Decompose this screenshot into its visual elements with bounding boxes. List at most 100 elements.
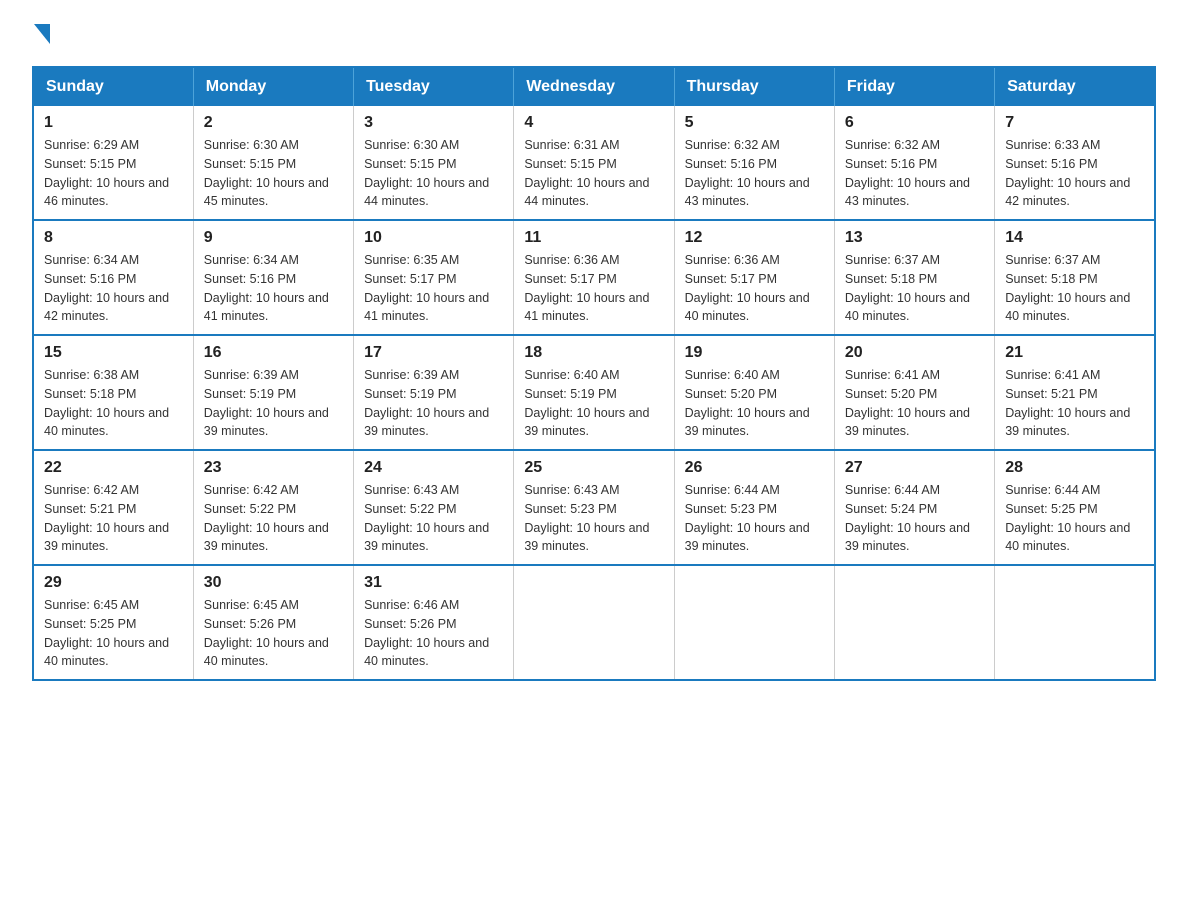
calendar-cell: 10 Sunrise: 6:35 AMSunset: 5:17 PMDaylig… (354, 220, 514, 335)
calendar-cell: 8 Sunrise: 6:34 AMSunset: 5:16 PMDayligh… (33, 220, 193, 335)
calendar-cell (995, 565, 1155, 680)
calendar-cell: 26 Sunrise: 6:44 AMSunset: 5:23 PMDaylig… (674, 450, 834, 565)
day-number: 18 (524, 344, 663, 362)
day-number: 6 (845, 114, 984, 132)
day-info: Sunrise: 6:30 AMSunset: 5:15 PMDaylight:… (204, 138, 329, 208)
calendar-cell: 15 Sunrise: 6:38 AMSunset: 5:18 PMDaylig… (33, 335, 193, 450)
calendar-cell: 25 Sunrise: 6:43 AMSunset: 5:23 PMDaylig… (514, 450, 674, 565)
day-number: 2 (204, 114, 343, 132)
day-number: 21 (1005, 344, 1144, 362)
day-number: 20 (845, 344, 984, 362)
day-number: 5 (685, 114, 824, 132)
day-number: 25 (524, 459, 663, 477)
day-info: Sunrise: 6:39 AMSunset: 5:19 PMDaylight:… (204, 368, 329, 438)
day-number: 15 (44, 344, 183, 362)
calendar-cell: 27 Sunrise: 6:44 AMSunset: 5:24 PMDaylig… (834, 450, 994, 565)
day-number: 13 (845, 229, 984, 247)
day-number: 14 (1005, 229, 1144, 247)
calendar-cell: 28 Sunrise: 6:44 AMSunset: 5:25 PMDaylig… (995, 450, 1155, 565)
day-number: 27 (845, 459, 984, 477)
day-number: 12 (685, 229, 824, 247)
calendar-cell: 19 Sunrise: 6:40 AMSunset: 5:20 PMDaylig… (674, 335, 834, 450)
calendar-cell: 2 Sunrise: 6:30 AMSunset: 5:15 PMDayligh… (193, 106, 353, 220)
calendar-cell: 11 Sunrise: 6:36 AMSunset: 5:17 PMDaylig… (514, 220, 674, 335)
day-number: 31 (364, 574, 503, 592)
calendar-week-row: 8 Sunrise: 6:34 AMSunset: 5:16 PMDayligh… (33, 220, 1155, 335)
day-of-week-header: Sunday (33, 67, 193, 106)
calendar-week-row: 29 Sunrise: 6:45 AMSunset: 5:25 PMDaylig… (33, 565, 1155, 680)
calendar-cell: 7 Sunrise: 6:33 AMSunset: 5:16 PMDayligh… (995, 106, 1155, 220)
day-number: 16 (204, 344, 343, 362)
day-info: Sunrise: 6:37 AMSunset: 5:18 PMDaylight:… (1005, 253, 1130, 323)
calendar-cell: 13 Sunrise: 6:37 AMSunset: 5:18 PMDaylig… (834, 220, 994, 335)
day-info: Sunrise: 6:32 AMSunset: 5:16 PMDaylight:… (685, 138, 810, 208)
day-of-week-header: Monday (193, 67, 353, 106)
calendar-cell: 3 Sunrise: 6:30 AMSunset: 5:15 PMDayligh… (354, 106, 514, 220)
day-number: 4 (524, 114, 663, 132)
day-info: Sunrise: 6:40 AMSunset: 5:19 PMDaylight:… (524, 368, 649, 438)
day-number: 28 (1005, 459, 1144, 477)
day-info: Sunrise: 6:32 AMSunset: 5:16 PMDaylight:… (845, 138, 970, 208)
day-of-week-header: Tuesday (354, 67, 514, 106)
calendar-cell: 5 Sunrise: 6:32 AMSunset: 5:16 PMDayligh… (674, 106, 834, 220)
calendar-header-row: SundayMondayTuesdayWednesdayThursdayFrid… (33, 67, 1155, 106)
day-number: 23 (204, 459, 343, 477)
day-info: Sunrise: 6:29 AMSunset: 5:15 PMDaylight:… (44, 138, 169, 208)
day-number: 29 (44, 574, 183, 592)
day-info: Sunrise: 6:34 AMSunset: 5:16 PMDaylight:… (44, 253, 169, 323)
day-info: Sunrise: 6:30 AMSunset: 5:15 PMDaylight:… (364, 138, 489, 208)
calendar-cell: 12 Sunrise: 6:36 AMSunset: 5:17 PMDaylig… (674, 220, 834, 335)
calendar-cell: 4 Sunrise: 6:31 AMSunset: 5:15 PMDayligh… (514, 106, 674, 220)
day-info: Sunrise: 6:31 AMSunset: 5:15 PMDaylight:… (524, 138, 649, 208)
calendar-cell (674, 565, 834, 680)
day-info: Sunrise: 6:38 AMSunset: 5:18 PMDaylight:… (44, 368, 169, 438)
day-info: Sunrise: 6:42 AMSunset: 5:21 PMDaylight:… (44, 483, 169, 553)
calendar-cell (514, 565, 674, 680)
day-number: 26 (685, 459, 824, 477)
day-number: 3 (364, 114, 503, 132)
day-of-week-header: Saturday (995, 67, 1155, 106)
day-info: Sunrise: 6:39 AMSunset: 5:19 PMDaylight:… (364, 368, 489, 438)
day-number: 1 (44, 114, 183, 132)
day-info: Sunrise: 6:44 AMSunset: 5:25 PMDaylight:… (1005, 483, 1130, 553)
calendar-cell: 30 Sunrise: 6:45 AMSunset: 5:26 PMDaylig… (193, 565, 353, 680)
day-number: 24 (364, 459, 503, 477)
day-number: 19 (685, 344, 824, 362)
calendar-table: SundayMondayTuesdayWednesdayThursdayFrid… (32, 66, 1156, 681)
day-number: 9 (204, 229, 343, 247)
calendar-cell: 24 Sunrise: 6:43 AMSunset: 5:22 PMDaylig… (354, 450, 514, 565)
day-of-week-header: Thursday (674, 67, 834, 106)
calendar-cell (834, 565, 994, 680)
calendar-cell: 9 Sunrise: 6:34 AMSunset: 5:16 PMDayligh… (193, 220, 353, 335)
day-info: Sunrise: 6:43 AMSunset: 5:22 PMDaylight:… (364, 483, 489, 553)
day-info: Sunrise: 6:41 AMSunset: 5:21 PMDaylight:… (1005, 368, 1130, 438)
day-number: 11 (524, 229, 663, 247)
day-info: Sunrise: 6:37 AMSunset: 5:18 PMDaylight:… (845, 253, 970, 323)
day-info: Sunrise: 6:40 AMSunset: 5:20 PMDaylight:… (685, 368, 810, 438)
calendar-cell: 31 Sunrise: 6:46 AMSunset: 5:26 PMDaylig… (354, 565, 514, 680)
day-info: Sunrise: 6:45 AMSunset: 5:26 PMDaylight:… (204, 598, 329, 668)
day-number: 7 (1005, 114, 1144, 132)
day-info: Sunrise: 6:36 AMSunset: 5:17 PMDaylight:… (524, 253, 649, 323)
day-number: 10 (364, 229, 503, 247)
day-info: Sunrise: 6:41 AMSunset: 5:20 PMDaylight:… (845, 368, 970, 438)
calendar-week-row: 15 Sunrise: 6:38 AMSunset: 5:18 PMDaylig… (33, 335, 1155, 450)
calendar-cell: 22 Sunrise: 6:42 AMSunset: 5:21 PMDaylig… (33, 450, 193, 565)
day-info: Sunrise: 6:44 AMSunset: 5:24 PMDaylight:… (845, 483, 970, 553)
day-info: Sunrise: 6:42 AMSunset: 5:22 PMDaylight:… (204, 483, 329, 553)
calendar-cell: 6 Sunrise: 6:32 AMSunset: 5:16 PMDayligh… (834, 106, 994, 220)
calendar-week-row: 22 Sunrise: 6:42 AMSunset: 5:21 PMDaylig… (33, 450, 1155, 565)
calendar-cell: 1 Sunrise: 6:29 AMSunset: 5:15 PMDayligh… (33, 106, 193, 220)
day-of-week-header: Friday (834, 67, 994, 106)
calendar-week-row: 1 Sunrise: 6:29 AMSunset: 5:15 PMDayligh… (33, 106, 1155, 220)
day-info: Sunrise: 6:35 AMSunset: 5:17 PMDaylight:… (364, 253, 489, 323)
day-info: Sunrise: 6:46 AMSunset: 5:26 PMDaylight:… (364, 598, 489, 668)
day-info: Sunrise: 6:36 AMSunset: 5:17 PMDaylight:… (685, 253, 810, 323)
calendar-cell: 21 Sunrise: 6:41 AMSunset: 5:21 PMDaylig… (995, 335, 1155, 450)
day-number: 17 (364, 344, 503, 362)
logo (32, 24, 50, 48)
day-info: Sunrise: 6:43 AMSunset: 5:23 PMDaylight:… (524, 483, 649, 553)
calendar-cell: 23 Sunrise: 6:42 AMSunset: 5:22 PMDaylig… (193, 450, 353, 565)
day-info: Sunrise: 6:34 AMSunset: 5:16 PMDaylight:… (204, 253, 329, 323)
day-number: 30 (204, 574, 343, 592)
